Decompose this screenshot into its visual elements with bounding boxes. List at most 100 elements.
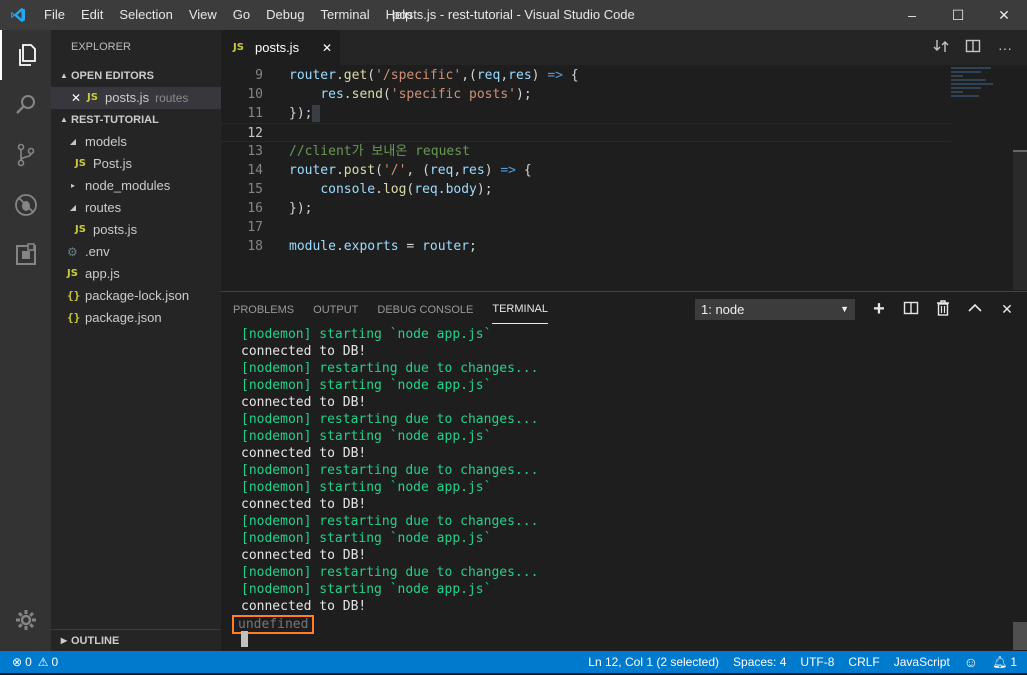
code-line: 9 router.get('/specific',(req,res) => { [221,66,921,85]
json-file-icon: {} [67,311,81,324]
menu-terminal[interactable]: Terminal [312,0,377,30]
panel-tab-debug-console[interactable]: DEBUG CONSOLE [377,296,473,324]
terminal-cursor [241,631,248,647]
status-bar: ⊗ 0 ⚠ 0 Ln 12, Col 1 (2 selected) Spaces… [0,651,1027,673]
more-actions-icon[interactable]: ··· [989,40,1021,56]
editor-tabs: JS posts.js ✕ ··· [221,30,1027,65]
panel-tab-terminal[interactable]: TERMINAL [492,295,548,324]
trash-icon[interactable] [927,300,959,319]
title-bar: File Edit Selection View Go Debug Terminal Help… [0,0,1027,30]
minimize-button[interactable]: – [889,0,935,30]
menu-edit[interactable]: Edit [73,0,111,30]
project-section[interactable]: ▲ REST-TUTORIAL [51,109,221,131]
minimap[interactable] [951,65,1011,125]
tree-item-models[interactable]: ◢ models [51,131,221,153]
line-number: 17 [247,220,263,235]
notifications-bell-icon[interactable]: 🔔︎ [992,655,1007,669]
terminal-line: connected to DB! [241,344,367,359]
encoding[interactable]: UTF-8 [800,655,834,669]
menu-go[interactable]: Go [225,0,258,30]
bottom-panel: PROBLEMS OUTPUT DEBUG CONSOLE TERMINAL 1: n… [221,291,1027,651]
code-line: 13//client가 보내온 request [221,142,921,161]
problems-indicator[interactable]: ⊗ 0 ⚠ 0 [0,655,58,669]
code-editor[interactable]: 9 router.get('/specific',(req,res) => {10… [221,65,1027,291]
line-number: 11 [247,106,263,121]
cursor-position[interactable]: Ln 12, Col 1 (2 selected) [588,655,719,669]
terminal-line: [nodemon] starting `node app.js` [241,480,492,495]
line-number: 9 [255,68,263,83]
menu-selection[interactable]: Selection [111,0,180,30]
notifications-count[interactable]: 1 [1010,655,1017,669]
line-ending[interactable]: CRLF [848,655,879,669]
terminal-output[interactable]: [nodemon] starting `node app.js` connecte… [232,326,1001,634]
chevron-down-icon: ▲ [60,71,68,80]
tree-item-routes[interactable]: ◢ routes [51,197,221,219]
terminal-scrollbar[interactable] [1013,622,1027,650]
indentation[interactable]: Spaces: 4 [733,655,786,669]
extensions-icon[interactable] [0,230,51,280]
terminal-line: connected to DB! [241,548,367,563]
settings-gear-icon[interactable] [0,595,51,645]
code-line: 17 [221,218,921,237]
editor-scrollbar[interactable] [1013,65,1027,291]
close-icon[interactable]: ✕ [71,87,87,109]
terminal-line: connected to DB! [241,395,367,410]
code-line: 12 [221,123,951,142]
close-panel-icon[interactable]: ✕ [991,301,1023,318]
menu-file[interactable]: File [36,0,73,30]
outline-section[interactable]: ▶ OUTLINE [51,629,221,651]
maximize-button[interactable]: ☐ [935,0,981,30]
chevron-down-icon: ◢ [69,203,77,212]
line-number: 12 [247,126,263,141]
close-window-button[interactable]: ✕ [981,0,1027,30]
terminal-line: [nodemon] starting `node app.js` [241,378,492,393]
open-editor-item[interactable]: ✕ JS posts.js routes [51,87,221,109]
panel-tab-output[interactable]: OUTPUT [313,296,358,324]
source-control-icon[interactable] [0,130,51,180]
search-icon[interactable] [0,80,51,130]
code-line: 15 console.log(req.body); [221,180,921,199]
tree-item-app-js[interactable]: JS app.js [51,263,221,285]
line-number: 15 [247,182,263,197]
explorer-icon[interactable] [0,30,51,80]
code-line: 11}); [221,104,921,123]
code-line: 10 res.send('specific posts'); [221,85,921,104]
terminal-select[interactable]: 1: node ▼ [695,299,855,320]
menu-help[interactable]: Help [378,0,421,30]
tree-item-node-modules[interactable]: ▸ node_modules [51,175,221,197]
code-line: 14 router.post('/', (req,res) => { [221,161,921,180]
menu-view[interactable]: View [181,0,225,30]
terminal-line: [nodemon] starting `node app.js` [241,531,492,546]
new-terminal-icon[interactable]: + [863,298,895,321]
panel-tabs: PROBLEMS OUTPUT DEBUG CONSOLE TERMINAL [233,292,567,327]
tree-item-post-js[interactable]: JS Post.js [51,153,221,175]
terminal-line: connected to DB! [241,497,367,512]
terminal-line: [nodemon] restarting due to changes... [241,412,539,427]
feedback-smiley-icon[interactable]: ☺ [964,654,978,670]
open-changes-icon[interactable] [925,38,957,57]
tree-item-package-json[interactable]: {} package.json [51,307,221,329]
js-file-icon: JS [75,158,86,169]
tree-item-package-lock-json[interactable]: {} package-lock.json [51,285,221,307]
dropdown-caret-icon: ▼ [840,304,849,314]
panel-tab-problems[interactable]: PROBLEMS [233,296,294,324]
terminal-line: [nodemon] starting `node app.js` [241,327,492,342]
js-file-icon: JS [233,42,244,53]
chevron-right-icon: ▸ [70,181,75,190]
gear-icon: ⚙ [67,245,78,259]
split-terminal-icon[interactable] [895,300,927,319]
open-editors-section[interactable]: ▲ OPEN EDITORS [51,65,221,87]
maximize-panel-icon[interactable] [959,300,991,319]
terminal-line: [nodemon] restarting due to changes... [241,565,539,580]
terminal-line: [nodemon] restarting due to changes... [241,463,539,478]
line-number: 10 [247,87,263,102]
tab-posts-js[interactable]: JS posts.js ✕ [221,30,340,65]
explorer-header: EXPLORER [71,41,131,53]
tree-item--env[interactable]: ⚙ .env [51,241,221,263]
menu-debug[interactable]: Debug [258,0,312,30]
split-editor-icon[interactable] [957,38,989,57]
debug-icon[interactable] [0,180,51,230]
close-tab-icon[interactable]: ✕ [322,41,332,55]
tree-item-posts-js[interactable]: JS posts.js [51,219,221,241]
language-mode[interactable]: JavaScript [894,655,950,669]
